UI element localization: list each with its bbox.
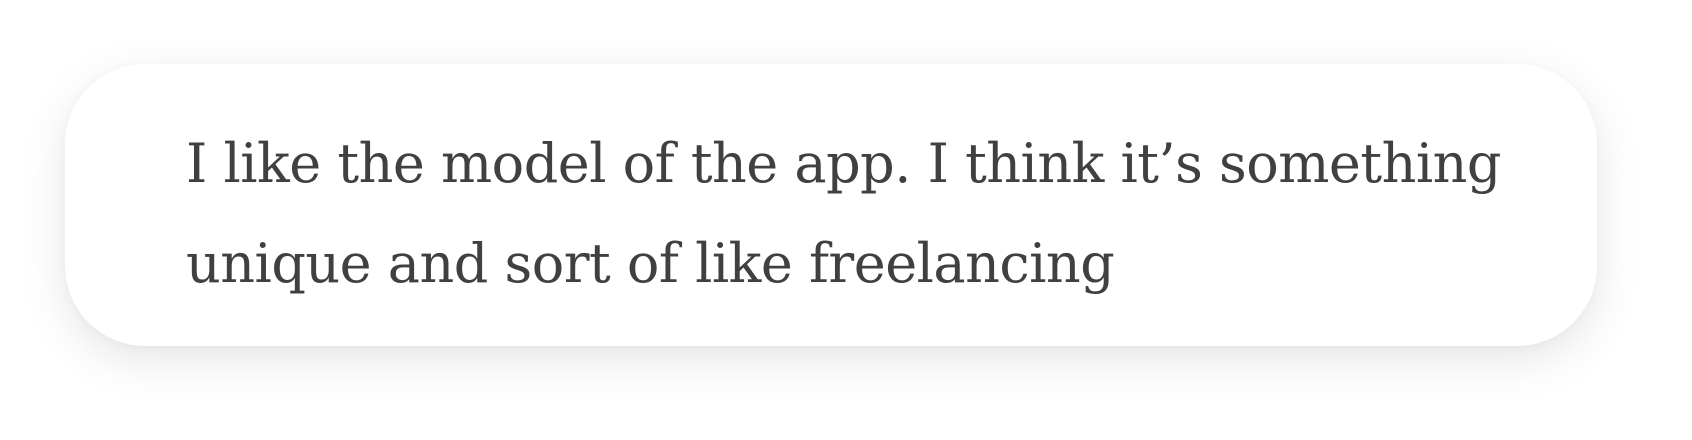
quote-card: I like the model of the app. I think it’…	[65, 64, 1597, 346]
quote-text: I like the model of the app. I think it’…	[186, 132, 1501, 295]
